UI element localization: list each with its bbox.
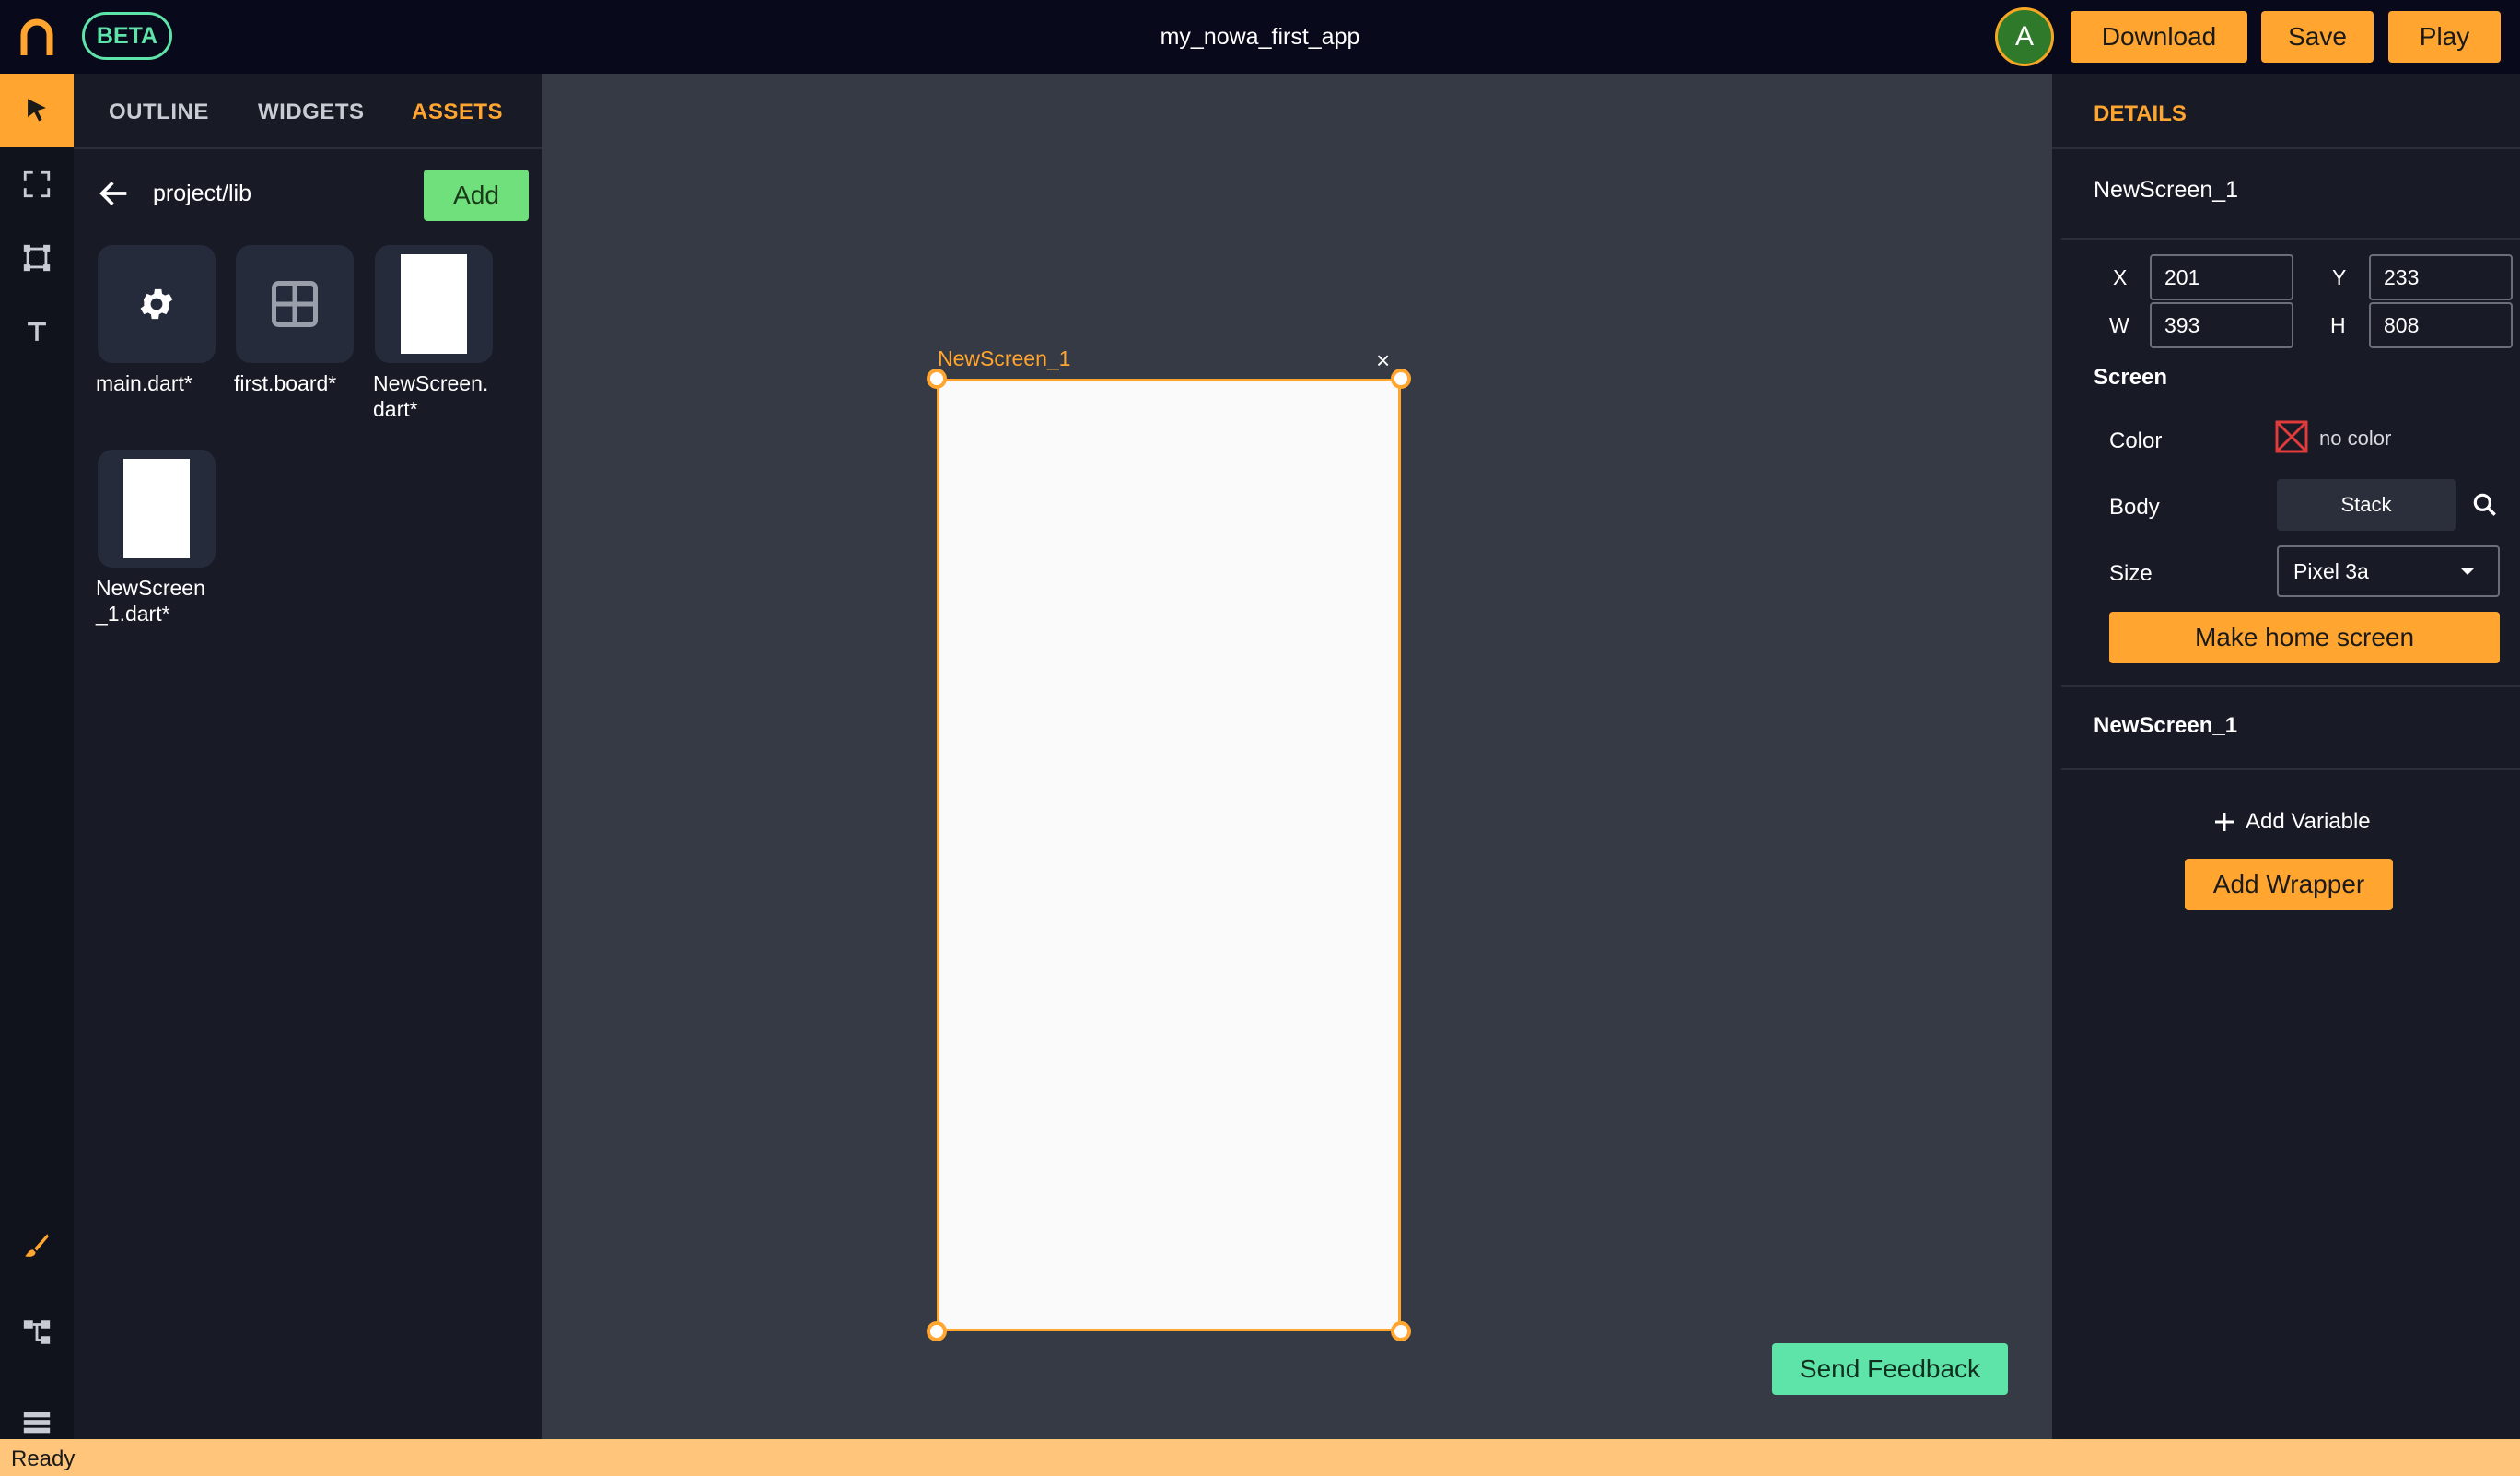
screen-frame[interactable]	[937, 379, 1401, 1331]
folder-path: project/lib	[153, 181, 251, 206]
tab-widgets[interactable]: WIDGETS	[258, 100, 365, 125]
gear-icon	[140, 288, 173, 320]
color-label: Color	[2109, 428, 2163, 453]
asset-item[interactable]: main.dart*	[96, 245, 225, 396]
status-bar: Ready	[0, 1439, 2520, 1476]
project-title: my_nowa_first_app	[1160, 24, 1360, 50]
frame-icon	[23, 244, 51, 272]
top-bar: BETA my_nowa_first_app A Download Save P…	[0, 0, 2520, 74]
avatar[interactable]: A	[1995, 7, 2054, 66]
resize-handle-bottom-left[interactable]	[927, 1321, 947, 1341]
play-button[interactable]: Play	[2388, 11, 2501, 63]
size-label: Size	[2109, 561, 2152, 586]
tree-icon	[23, 1320, 51, 1344]
assets-panel: OUTLINE WIDGETS ASSETS project/lib Add m…	[74, 74, 542, 1439]
add-variable-label: Add Variable	[2246, 809, 2371, 834]
asset-label: main.dart*	[96, 371, 192, 395]
text-tool[interactable]	[0, 295, 74, 369]
add-wrapper-button[interactable]: Add Wrapper	[2185, 859, 2393, 910]
add-asset-button[interactable]: Add	[424, 170, 529, 221]
plus-icon	[2215, 813, 2234, 831]
beta-badge: BETA	[82, 12, 172, 60]
resize-handle-bottom-right[interactable]	[1391, 1321, 1411, 1341]
body-label: Body	[2109, 495, 2160, 520]
x-field[interactable]: 201	[2150, 254, 2293, 300]
screen-name-label[interactable]: NewScreen_1	[938, 346, 1070, 371]
h-label: H	[2330, 313, 2346, 337]
close-icon[interactable]: ×	[1376, 348, 1390, 372]
add-variable-button[interactable]: Add Variable	[2211, 805, 2371, 838]
w-field[interactable]: 393	[2150, 302, 2293, 348]
divider	[2061, 768, 2520, 770]
tab-outline[interactable]: OUTLINE	[109, 100, 209, 125]
size-value: Pixel 3a	[2293, 559, 2369, 583]
resize-handle-top-left[interactable]	[927, 369, 947, 389]
tab-assets[interactable]: ASSETS	[412, 100, 503, 125]
page-icon	[123, 459, 190, 558]
nowa-logo-icon[interactable]	[18, 17, 55, 57]
make-home-screen-button[interactable]: Make home screen	[2109, 612, 2500, 663]
select-tool[interactable]	[0, 74, 74, 147]
y-field[interactable]: 233	[2369, 254, 2513, 300]
design-canvas[interactable]: NewScreen_1 × Send Feedback	[542, 74, 2052, 1439]
w-label: W	[2109, 313, 2129, 337]
style-tool[interactable]	[0, 1209, 74, 1283]
pointer-icon	[28, 99, 46, 122]
panel-tabs: OUTLINE WIDGETS ASSETS	[74, 74, 542, 149]
list-icon	[23, 1412, 51, 1434]
asset-label: NewScreen. dart*	[373, 371, 489, 421]
color-value: no color	[2319, 427, 2392, 450]
selected-element-name: NewScreen_1	[2094, 177, 2239, 203]
h-field[interactable]: 808	[2369, 302, 2513, 348]
frame-tool[interactable]	[0, 221, 74, 295]
divider	[2061, 685, 2520, 687]
screen-section-title: Screen	[2094, 365, 2168, 390]
asset-item[interactable]: first.board*	[234, 245, 363, 396]
asset-thumbnail	[98, 450, 216, 568]
details-header: DETAILS	[2052, 74, 2520, 149]
asset-item[interactable]: NewScreen. dart*	[373, 245, 502, 422]
brush-icon	[25, 1234, 49, 1257]
asset-thumbnail	[236, 245, 354, 363]
chevron-down-icon	[2461, 568, 2474, 575]
asset-thumbnail	[98, 245, 216, 363]
send-feedback-button[interactable]: Send Feedback	[1772, 1343, 2008, 1395]
asset-thumbnail	[375, 245, 493, 363]
details-title: DETAILS	[2094, 101, 2187, 126]
page-icon	[401, 254, 467, 354]
save-button[interactable]: Save	[2261, 11, 2374, 63]
y-label: Y	[2332, 265, 2347, 289]
text-icon	[28, 322, 46, 341]
grid-icon	[272, 281, 318, 327]
details-panel: DETAILS NewScreen_1 X 201 Y 233 W 393 H …	[2052, 74, 2520, 1439]
download-button[interactable]: Download	[2071, 11, 2247, 63]
search-icon[interactable]	[2470, 490, 2500, 520]
no-color-swatch-icon[interactable]	[2275, 420, 2308, 453]
status-text: Ready	[11, 1447, 76, 1471]
body-widget-field[interactable]: Stack	[2277, 479, 2456, 531]
size-dropdown[interactable]: Pixel 3a	[2277, 545, 2500, 597]
left-toolbar	[0, 74, 74, 1439]
tree-tool[interactable]	[0, 1295, 74, 1369]
x-label: X	[2113, 265, 2128, 289]
resize-handle-top-right[interactable]	[1391, 369, 1411, 389]
asset-label: NewScreen _1.dart*	[96, 576, 205, 626]
class-name-label: NewScreen_1	[2094, 713, 2238, 738]
fullscreen-icon	[23, 170, 51, 198]
asset-label: first.board*	[234, 371, 337, 395]
fit-screen-tool[interactable]	[0, 147, 74, 221]
back-arrow-icon[interactable]	[96, 175, 133, 212]
asset-item[interactable]: NewScreen _1.dart*	[96, 450, 225, 627]
divider	[2061, 238, 2520, 240]
